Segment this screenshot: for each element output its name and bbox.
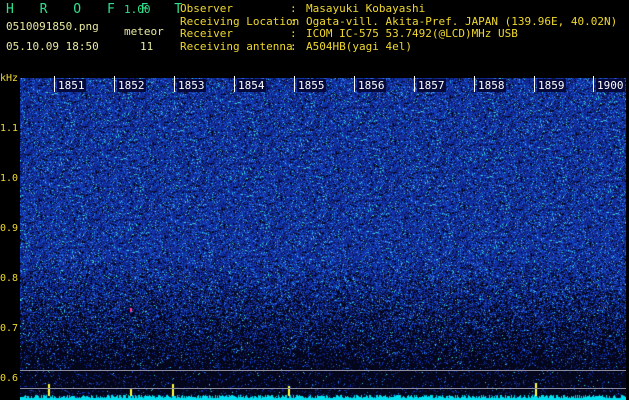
y-tick-label: 0.7 — [0, 323, 19, 334]
time-tick-mark — [174, 76, 175, 92]
time-tick-label: 1900 — [596, 79, 625, 92]
time-tick-label: 1851 — [57, 79, 86, 92]
time-tick-mark — [294, 76, 295, 92]
app-version: 1.00 — [124, 3, 151, 16]
meteor-count: 11 — [140, 40, 154, 53]
time-tick-label: 1854 — [237, 79, 266, 92]
time-tick-label: 1856 — [357, 79, 386, 92]
header-panel: H R O F F T 1.00 0510091850.png 05.10.09… — [0, 0, 629, 76]
time-tick-label: 1853 — [177, 79, 206, 92]
time-tick-label: 1858 — [477, 79, 506, 92]
station-info: Observer: Masayuki Kobayashi Receiving Lo… — [180, 2, 617, 53]
y-axis-unit: kHz — [0, 73, 19, 84]
frequency-marker-line — [20, 370, 626, 371]
time-tick-mark — [414, 76, 415, 92]
time-tick-label: 1855 — [297, 79, 326, 92]
datetime: 05.10.09 18:50 — [6, 40, 99, 53]
time-tick-mark — [54, 76, 55, 92]
time-tick-mark — [354, 76, 355, 92]
file-name: 0510091850.png — [6, 20, 99, 33]
time-tick-mark — [474, 76, 475, 92]
y-tick-label: 0.8 — [0, 273, 19, 284]
info-row-receiver: Receiver: ICOM IC-575 53.7492(@LCD)MHz US… — [180, 27, 518, 40]
y-tick-label: 0.6 — [0, 373, 19, 384]
frequency-marker-line — [20, 388, 626, 389]
time-tick-mark — [234, 76, 235, 92]
meteor-label: meteor — [124, 25, 164, 38]
time-tick-mark — [593, 76, 594, 92]
info-row-observer: Observer: Masayuki Kobayashi — [180, 2, 426, 15]
time-tick-label: 1852 — [117, 79, 146, 92]
time-tick-label: 1857 — [417, 79, 446, 92]
time-tick-label: 1859 — [537, 79, 566, 92]
info-row-antenna: Receiving antenna: A504HB(yagi 4el) — [180, 39, 412, 53]
spectrogram-canvas — [20, 78, 626, 400]
app-title: H R O F F T — [6, 2, 192, 17]
y-tick-label: 1.0 — [0, 173, 19, 184]
time-tick-mark — [534, 76, 535, 92]
y-tick-label: 0.9 — [0, 223, 19, 234]
y-tick-label: 1.1 — [0, 123, 19, 134]
time-tick-mark — [114, 76, 115, 92]
